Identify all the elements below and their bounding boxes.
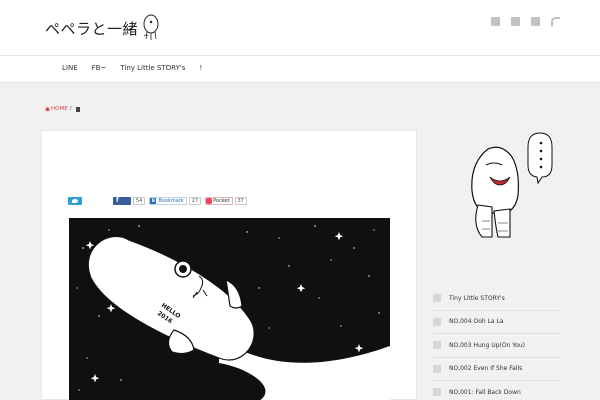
list-item[interactable]: NO,004 Ooh La La	[433, 311, 560, 334]
breadcrumb: HOME /	[45, 106, 80, 112]
breadcrumb-home[interactable]: HOME	[51, 106, 68, 112]
home-icon	[45, 107, 50, 111]
post-thumbnail	[433, 364, 441, 373]
pocket-icon	[206, 198, 213, 204]
post-thumbnail	[433, 341, 441, 350]
sidebar-post-list: Tiny Little STORY's NO,004 Ooh La La NO,…	[433, 287, 560, 400]
site-header: ペペラと一緒	[0, 0, 600, 55]
facebook-icon[interactable]	[491, 17, 500, 26]
pocket-label: Pocket	[213, 198, 230, 204]
twitter-share-button[interactable]	[68, 197, 82, 205]
post-link[interactable]: NO,004 Ooh La La	[449, 318, 504, 325]
facebook-share-button[interactable]: f	[113, 197, 131, 205]
nav-item-fb[interactable]: FB~	[92, 64, 107, 72]
global-nav: LINE FB~ Tiny Little STORY's !	[0, 55, 600, 83]
post-link[interactable]: NO,003 Hung Up(On You)	[449, 342, 525, 349]
twitter-icon[interactable]	[511, 17, 520, 26]
list-item[interactable]: NO,002 Even If She Falls	[433, 358, 560, 381]
document-icon	[75, 106, 80, 112]
list-item[interactable]: NO,001: Fall Back Down	[433, 381, 560, 400]
share-buttons: f 54 B Bookmark 27 Pocket 37	[68, 197, 247, 205]
nav-item-line[interactable]: LINE	[62, 64, 78, 72]
hatena-label: Bookmark	[158, 198, 184, 204]
post-thumbnail	[433, 388, 441, 397]
site-logo[interactable]: ペペラと一緒	[45, 14, 160, 42]
post-thumbnail	[433, 294, 441, 303]
site-title[interactable]: ペペラと一緒	[45, 18, 138, 39]
pocket-button[interactable]: Pocket	[205, 197, 233, 205]
post-thumbnail	[433, 317, 441, 326]
post-link[interactable]: NO,001: Fall Back Down	[449, 389, 521, 396]
list-item[interactable]: Tiny Little STORY's	[433, 287, 560, 311]
list-item[interactable]: NO,003 Hung Up(On You)	[433, 334, 560, 358]
pocket-count: 37	[234, 197, 247, 205]
hatena-count: 27	[188, 197, 202, 205]
hatena-icon: B	[150, 198, 157, 204]
nav-item-tiny-little-story[interactable]: Tiny Little STORY's	[120, 64, 185, 72]
nav-item-exclaim[interactable]: !	[199, 64, 202, 72]
mascot-logo-icon	[143, 14, 159, 40]
google-plus-icon[interactable]	[531, 17, 540, 26]
article-card: f 54 B Bookmark 27 Pocket 37 HELLO 2016	[41, 130, 417, 400]
post-link[interactable]: NO,002 Even If She Falls	[449, 365, 522, 372]
article-eyecatch-image: HELLO 2016	[69, 218, 390, 400]
breadcrumb-separator: /	[69, 106, 72, 112]
facebook-count: 54	[133, 197, 146, 205]
space-rocket-illustration: HELLO 2016	[76, 225, 390, 400]
rss-icon[interactable]	[551, 17, 560, 26]
sidebar-mascot-illustration	[471, 132, 553, 238]
hatena-bookmark-button[interactable]: B Bookmark	[149, 197, 187, 205]
post-link[interactable]: Tiny Little STORY's	[449, 295, 505, 302]
speech-bubble	[527, 132, 553, 185]
social-links	[491, 17, 560, 26]
